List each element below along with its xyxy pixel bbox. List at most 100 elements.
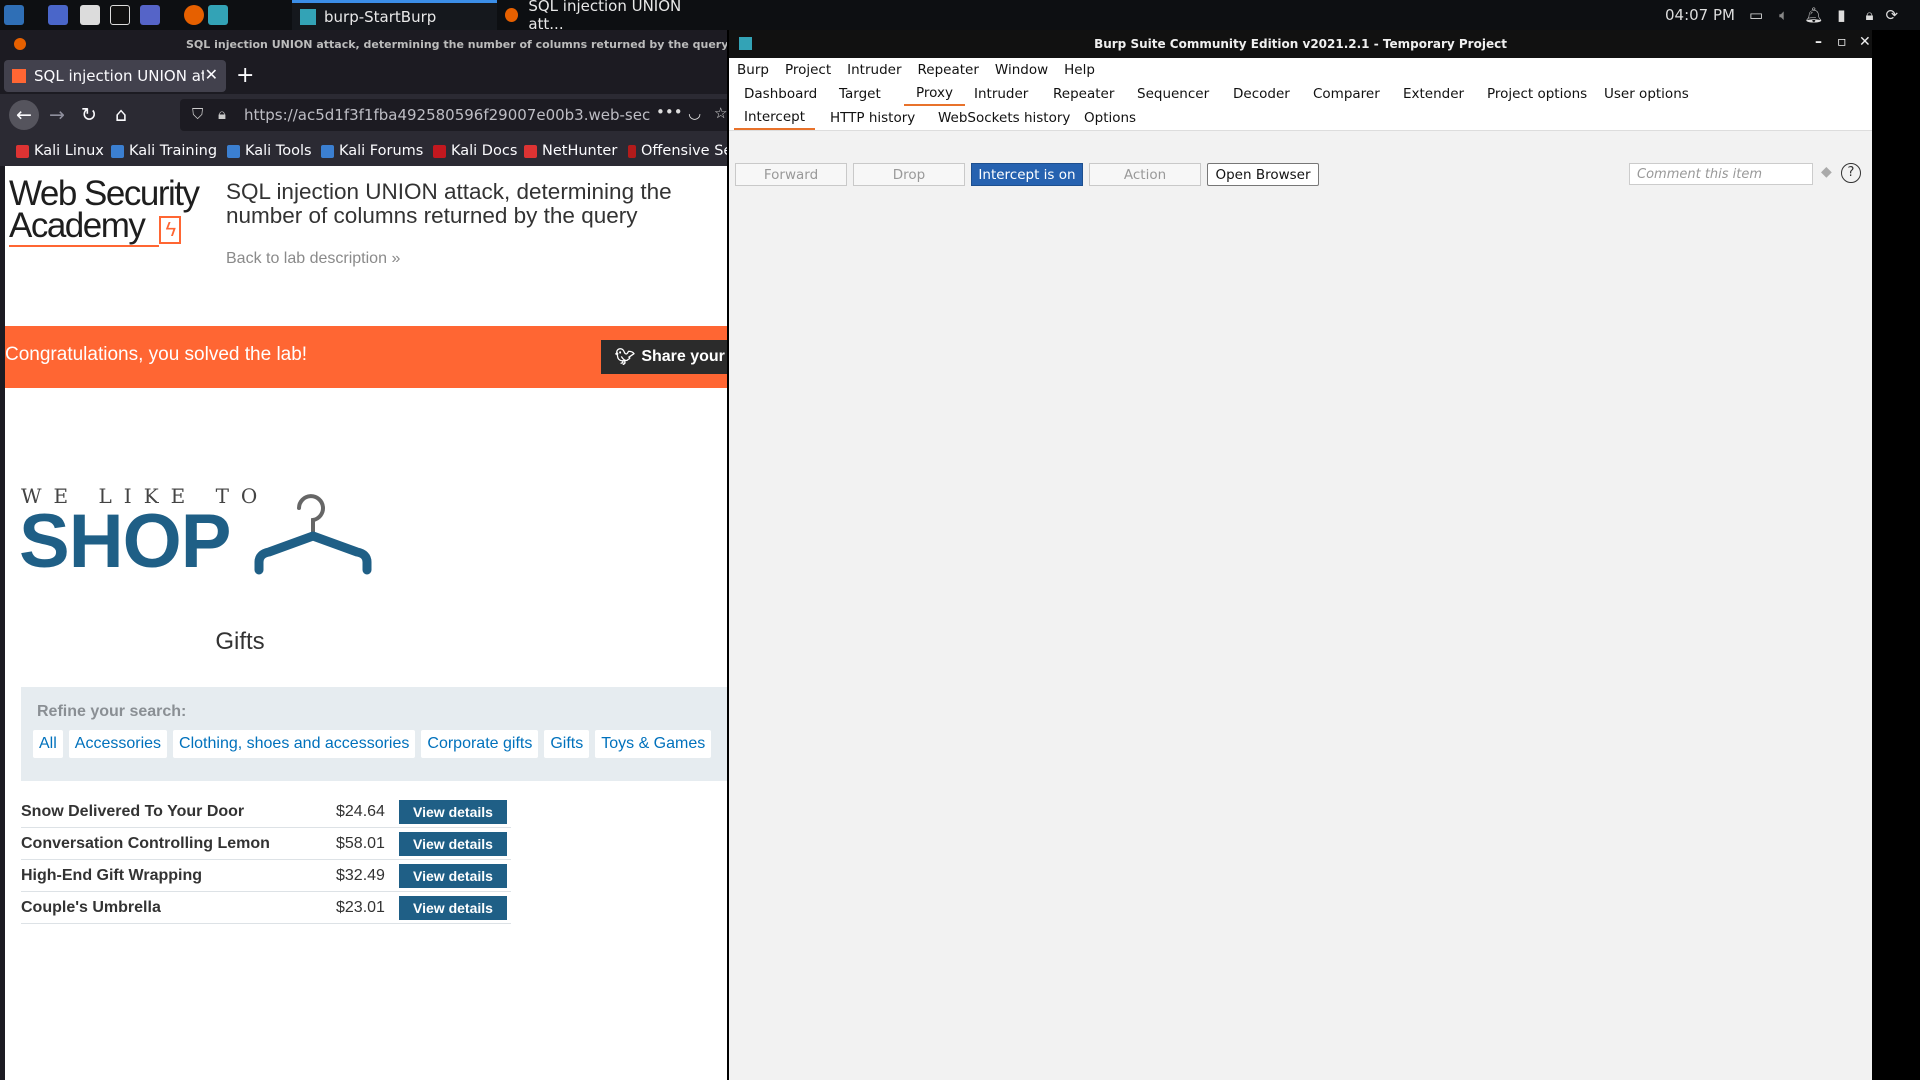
tab-sequencer[interactable]: Sequencer [1137, 82, 1209, 106]
volume-icon[interactable]: 🔈︎ [1779, 6, 1788, 24]
bookmark-nethunter[interactable]: NetHunter [524, 136, 617, 166]
bookmark-kali-forums[interactable]: Kali Forums [321, 136, 423, 166]
url-bar[interactable]: ⛉ 🔒︎ https://ac5d1f3f1fba492580596f29007… [180, 99, 727, 131]
forward-button[interactable]: Forward [735, 163, 847, 186]
burp-window: Burp Suite Community Edition v2021.2.1 -… [729, 30, 1872, 1080]
bookmark-kali-linux[interactable]: Kali Linux [16, 136, 104, 166]
table-row: Conversation Controlling Lemon $58.01 Vi… [21, 828, 511, 860]
power-icon[interactable]: ⟳ [1885, 6, 1898, 24]
filter-all[interactable]: All [33, 730, 63, 758]
page-actions-icon[interactable]: ••• [656, 103, 683, 121]
logo-bolt-icon: ϟ [159, 216, 181, 244]
back-to-lab-link[interactable]: Back to lab description » [226, 250, 400, 268]
terminal-icon[interactable] [110, 5, 130, 25]
twitter-icon: 🐦︎ [615, 349, 636, 366]
tab-comparer[interactable]: Comparer [1313, 82, 1380, 106]
filter-gifts[interactable]: Gifts [544, 730, 590, 758]
bookmark-kali-docs[interactable]: Kali Docs [433, 136, 517, 166]
bookmark-kali-training[interactable]: Kali Training [111, 136, 217, 166]
bookmark-star-icon[interactable]: ☆ [714, 104, 727, 122]
tab-extender[interactable]: Extender [1403, 82, 1464, 106]
back-icon[interactable]: ← [9, 100, 39, 130]
minimize-icon[interactable]: – [1815, 34, 1822, 50]
action-button[interactable]: Action [1089, 163, 1201, 186]
comment-field[interactable]: Comment this item [1629, 163, 1813, 185]
refine-search-panel: Refine your search: All Accessories Clot… [21, 687, 727, 781]
help-icon[interactable]: ? [1841, 163, 1861, 183]
home-icon[interactable]: ⌂ [106, 100, 136, 130]
bookmark-kali-tools[interactable]: Kali Tools [227, 136, 312, 166]
task-firefox[interactable]: SQL injection UNION att... [497, 0, 712, 33]
pocket-icon[interactable]: ◡ [688, 104, 701, 122]
filter-toys-games[interactable]: Toys & Games [595, 730, 712, 758]
tab-http-history[interactable]: HTTP history [830, 106, 915, 130]
task-label: burp-StartBurp [324, 7, 437, 26]
nethunter-icon [524, 144, 537, 158]
product-name: Conversation Controlling Lemon [21, 835, 270, 852]
menu-repeater[interactable]: Repeater [910, 62, 987, 78]
tab-active[interactable]: SQL injection UNION att ✕ [4, 60, 226, 92]
web-security-academy-logo[interactable]: Web Security Academy ϟ [9, 176, 200, 247]
tab-options[interactable]: Options [1084, 106, 1136, 130]
drop-button[interactable]: Drop [853, 163, 965, 186]
menu-window[interactable]: Window [987, 62, 1056, 78]
hanger-icon [254, 494, 372, 575]
firefox-tab-strip: SQL injection UNION att ✕ + [0, 58, 727, 94]
tab-target[interactable]: Target [839, 82, 881, 106]
tab-dashboard[interactable]: Dashboard [744, 82, 817, 106]
highlight-icon[interactable]: ◆ [1821, 164, 1832, 180]
lock-icon[interactable]: 🔒︎ [1866, 6, 1874, 24]
shop-logo-text: SHOP [19, 499, 231, 584]
intercept-message-area[interactable] [729, 195, 1872, 1080]
file-manager-icon[interactable] [80, 5, 100, 25]
burp-menubar: Burp Project Intruder Repeater Window He… [729, 58, 1872, 82]
open-browser-button[interactable]: Open Browser [1207, 163, 1319, 186]
burp-icon[interactable] [208, 5, 228, 25]
filter-corporate-gifts[interactable]: Corporate gifts [421, 730, 539, 758]
maximize-icon[interactable]: ▫ [1837, 34, 1847, 50]
firefox-task-icon [505, 8, 519, 22]
reload-icon[interactable]: ↻ [74, 100, 104, 130]
view-details-button[interactable]: View details [399, 832, 507, 856]
clock[interactable]: 04:07 PM [1665, 6, 1735, 24]
product-name: Snow Delivered To Your Door [21, 803, 245, 820]
show-desktop-icon[interactable] [48, 5, 68, 25]
tab-project-options[interactable]: Project options [1487, 82, 1587, 106]
bookmark-label: Kali Docs [451, 143, 518, 159]
taskbar: burp-StartBurp SQL injection UNION att..… [0, 0, 1920, 33]
display-icon[interactable]: ▭ [1749, 6, 1763, 24]
shield-icon[interactable]: ⛉ [192, 105, 203, 123]
tab-repeater[interactable]: Repeater [1053, 82, 1114, 106]
share-button[interactable]: 🐦︎ Share your [601, 340, 727, 374]
view-details-button[interactable]: View details [399, 800, 507, 824]
category-filters: All Accessories Clothing, shoes and acce… [33, 730, 717, 758]
tab-intercept[interactable]: Intercept [734, 106, 815, 130]
menu-help[interactable]: Help [1056, 62, 1103, 78]
filter-clothing[interactable]: Clothing, shoes and accessories [173, 730, 416, 758]
task-label: SQL injection UNION att... [528, 0, 682, 33]
intercept-toggle-button[interactable]: Intercept is on [971, 163, 1083, 186]
filter-accessories[interactable]: Accessories [68, 730, 168, 758]
close-tab-icon[interactable]: ✕ [205, 65, 218, 84]
tab-proxy[interactable]: Proxy [904, 82, 965, 106]
tab-decoder[interactable]: Decoder [1233, 82, 1290, 106]
battery-icon[interactable]: ▮ [1837, 6, 1845, 24]
menu-intruder[interactable]: Intruder [839, 62, 909, 78]
view-details-button[interactable]: View details [399, 864, 507, 888]
forward-icon[interactable]: → [42, 100, 72, 130]
bookmark-offensive-security[interactable]: Offensive Se [628, 136, 727, 166]
tab-websockets-history[interactable]: WebSockets history [938, 106, 1070, 130]
menu-burp[interactable]: Burp [729, 62, 777, 78]
menu-project[interactable]: Project [777, 62, 839, 78]
view-details-button[interactable]: View details [399, 896, 507, 920]
tab-user-options[interactable]: User options [1604, 82, 1689, 106]
tab-intruder[interactable]: Intruder [974, 82, 1028, 106]
kali-menu-icon[interactable] [4, 5, 24, 25]
bookmark-label: Kali Linux [34, 143, 104, 159]
notification-bell-icon[interactable]: 🔔︎ [1804, 6, 1823, 24]
firefox-icon[interactable] [184, 5, 204, 25]
task-burp[interactable]: burp-StartBurp [292, 0, 497, 30]
screenshot-icon[interactable] [140, 5, 160, 25]
close-window-icon[interactable]: ✕ [1859, 34, 1871, 50]
new-tab-icon[interactable]: + [236, 63, 254, 88]
